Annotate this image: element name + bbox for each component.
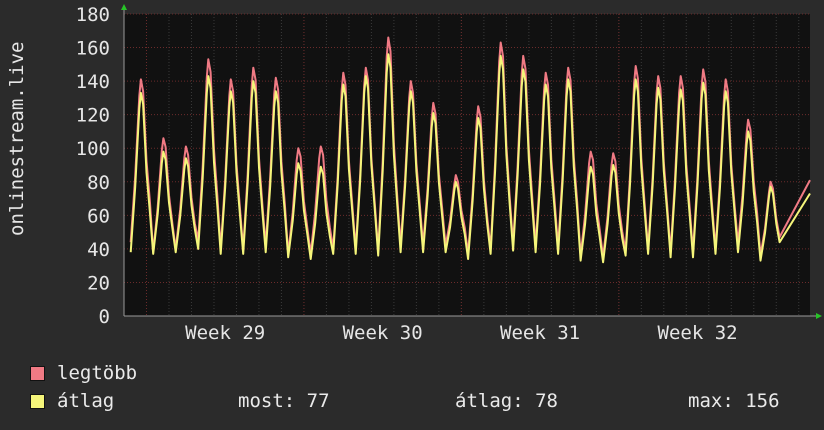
x-tick-label: Week 30 (343, 322, 423, 344)
y-axis-label: onlinestream.live (6, 41, 28, 236)
x-tick-label: Week 32 (658, 322, 738, 344)
y-tick-label: 140 (76, 71, 110, 93)
y-tick-label: 0 (99, 306, 110, 328)
y-axis-arrow (121, 4, 127, 10)
legend-item-max: legtöbb (30, 362, 137, 384)
legend-swatch-max (30, 366, 45, 381)
legend-swatch-avg (30, 394, 45, 409)
y-tick-label: 180 (76, 4, 110, 26)
y-tick-label: 60 (87, 205, 110, 227)
legend-label-max: legtöbb (57, 362, 138, 384)
y-tick-label: 40 (87, 239, 110, 261)
y-tick-label: 160 (76, 38, 110, 60)
y-tick-label: 100 (76, 138, 110, 160)
stat-max: max: 156 (688, 390, 780, 412)
y-tick-label: 80 (87, 172, 110, 194)
legend-item-avg: átlag (30, 390, 114, 412)
x-axis-arrow (816, 313, 822, 319)
y-tick-label: 120 (76, 105, 110, 127)
x-tick-label: Week 29 (185, 322, 265, 344)
stat-now: most: 77 (238, 390, 330, 412)
y-tick-label: 20 (87, 272, 110, 294)
legend-label-avg: átlag (57, 390, 115, 412)
stat-average: átlag: 78 (455, 390, 558, 412)
chart-frame: 0 20 40 60 80 100 120 140 160 180 Week 29 Week 30 We… (0, 0, 824, 430)
x-tick-label: Week 31 (500, 322, 580, 344)
